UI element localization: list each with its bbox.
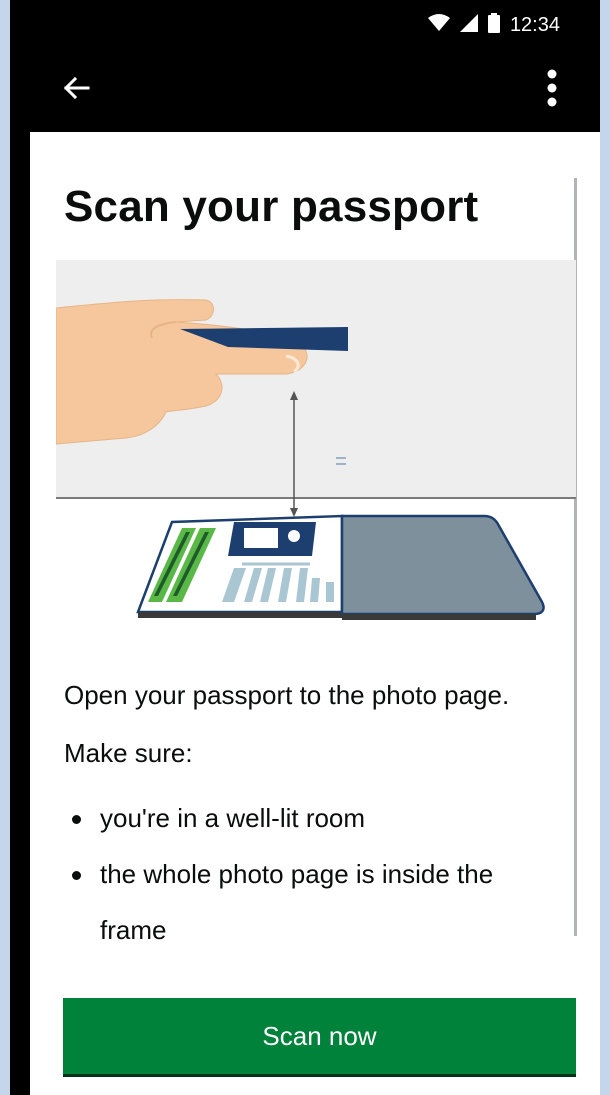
battery-icon — [487, 12, 500, 38]
list-item: you're in a well-lit room — [64, 790, 554, 846]
scan-now-button[interactable]: Scan now — [63, 998, 576, 1074]
more-vertical-icon — [547, 69, 557, 112]
signal-icon — [459, 13, 478, 37]
list-item: the whole photo page is inside the frame — [64, 846, 554, 958]
passport-scan-illustration — [55, 260, 576, 640]
arrow-left-icon — [62, 74, 90, 107]
content-panel: Scan your passport Open your passport to… — [30, 132, 600, 1095]
status-icons: 12:34 — [427, 12, 560, 38]
back-button[interactable] — [58, 72, 94, 108]
wifi-icon — [427, 13, 450, 37]
instruction-text: Open your passport to the photo page. — [64, 680, 510, 710]
status-bar: 12:34 — [10, 0, 600, 50]
phone-screen: 12:34 Scan your passport Open your passp… — [10, 0, 600, 1095]
checklist: you're in a well-lit room the whole phot… — [64, 790, 554, 958]
page-title: Scan your passport — [64, 182, 479, 231]
status-time: 12:34 — [509, 13, 560, 36]
app-bar — [10, 50, 600, 130]
make-sure-label: Make sure: — [64, 738, 193, 768]
overflow-menu-button[interactable] — [540, 68, 564, 112]
